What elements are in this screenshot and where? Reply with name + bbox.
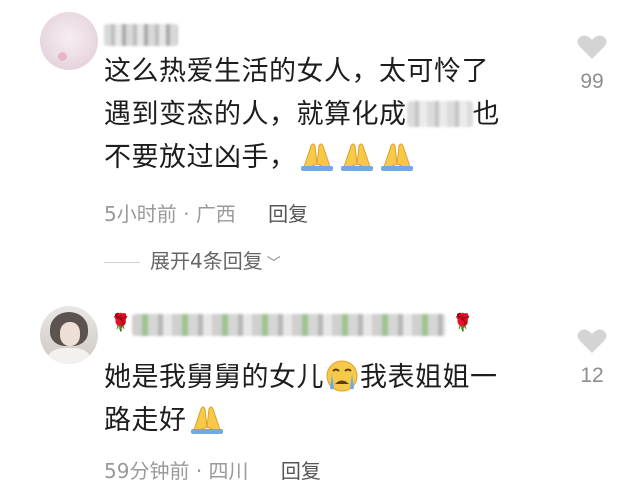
avatar-body [48,348,90,364]
like-button[interactable]: 99 [562,34,622,94]
avatar-face [60,322,80,346]
timestamp: 59分钟前 [104,459,190,483]
like-count: 99 [580,70,604,93]
comment-text: 她是我舅舅的女儿 我表姐姐一 路走好 [104,356,498,442]
like-count: 12 [580,364,604,387]
crying-face-emoji [326,360,358,392]
comment-text-line: 这么热爱生活的女人，太可怜了 [104,56,489,87]
pray-emoji [300,143,413,171]
separator: · [195,459,203,483]
location: 广西 [195,202,236,226]
comment-text-line: 不要放过凶手， [104,136,500,179]
expand-label: 展开4条回复 [150,249,263,273]
chevron-down-icon: ﹀ [266,256,281,272]
like-button[interactable]: 12 [562,328,622,388]
comment-meta: 5小时前 · 广西 回复 [104,198,308,227]
blurred-text [406,101,473,127]
avatar[interactable] [40,12,98,70]
username-blurred[interactable] [132,314,446,336]
heart-icon [577,329,607,353]
rose-icon: 🌹 [452,313,474,333]
comment-text-line: 遇到变态的人，就算化成也 [104,99,500,130]
reply-button[interactable]: 回复 [281,459,321,483]
separator: · [183,202,190,226]
heart-icon [577,35,607,59]
avatar[interactable] [40,306,98,364]
avatar-decoration [58,52,67,61]
pray-emoji [190,406,223,434]
comment-text: 这么热爱生活的女人，太可怜了 遇到变态的人，就算化成也 不要放过凶手， [104,50,500,179]
reply-button[interactable]: 回复 [268,202,308,226]
rose-icon: 🌹 [110,313,132,333]
expand-replies[interactable]: 展开4条回复 ﹀ [104,245,281,274]
username-blurred[interactable] [104,24,178,46]
divider [104,262,140,263]
comment-text-line: 她是我舅舅的女儿 我表姐姐一 [104,360,498,393]
timestamp: 5小时前 [104,202,177,226]
comment-meta: 59分钟前 · 四川 回复 [104,455,321,484]
location: 四川 [208,459,249,483]
comment-text-line: 路走好 [104,399,498,442]
